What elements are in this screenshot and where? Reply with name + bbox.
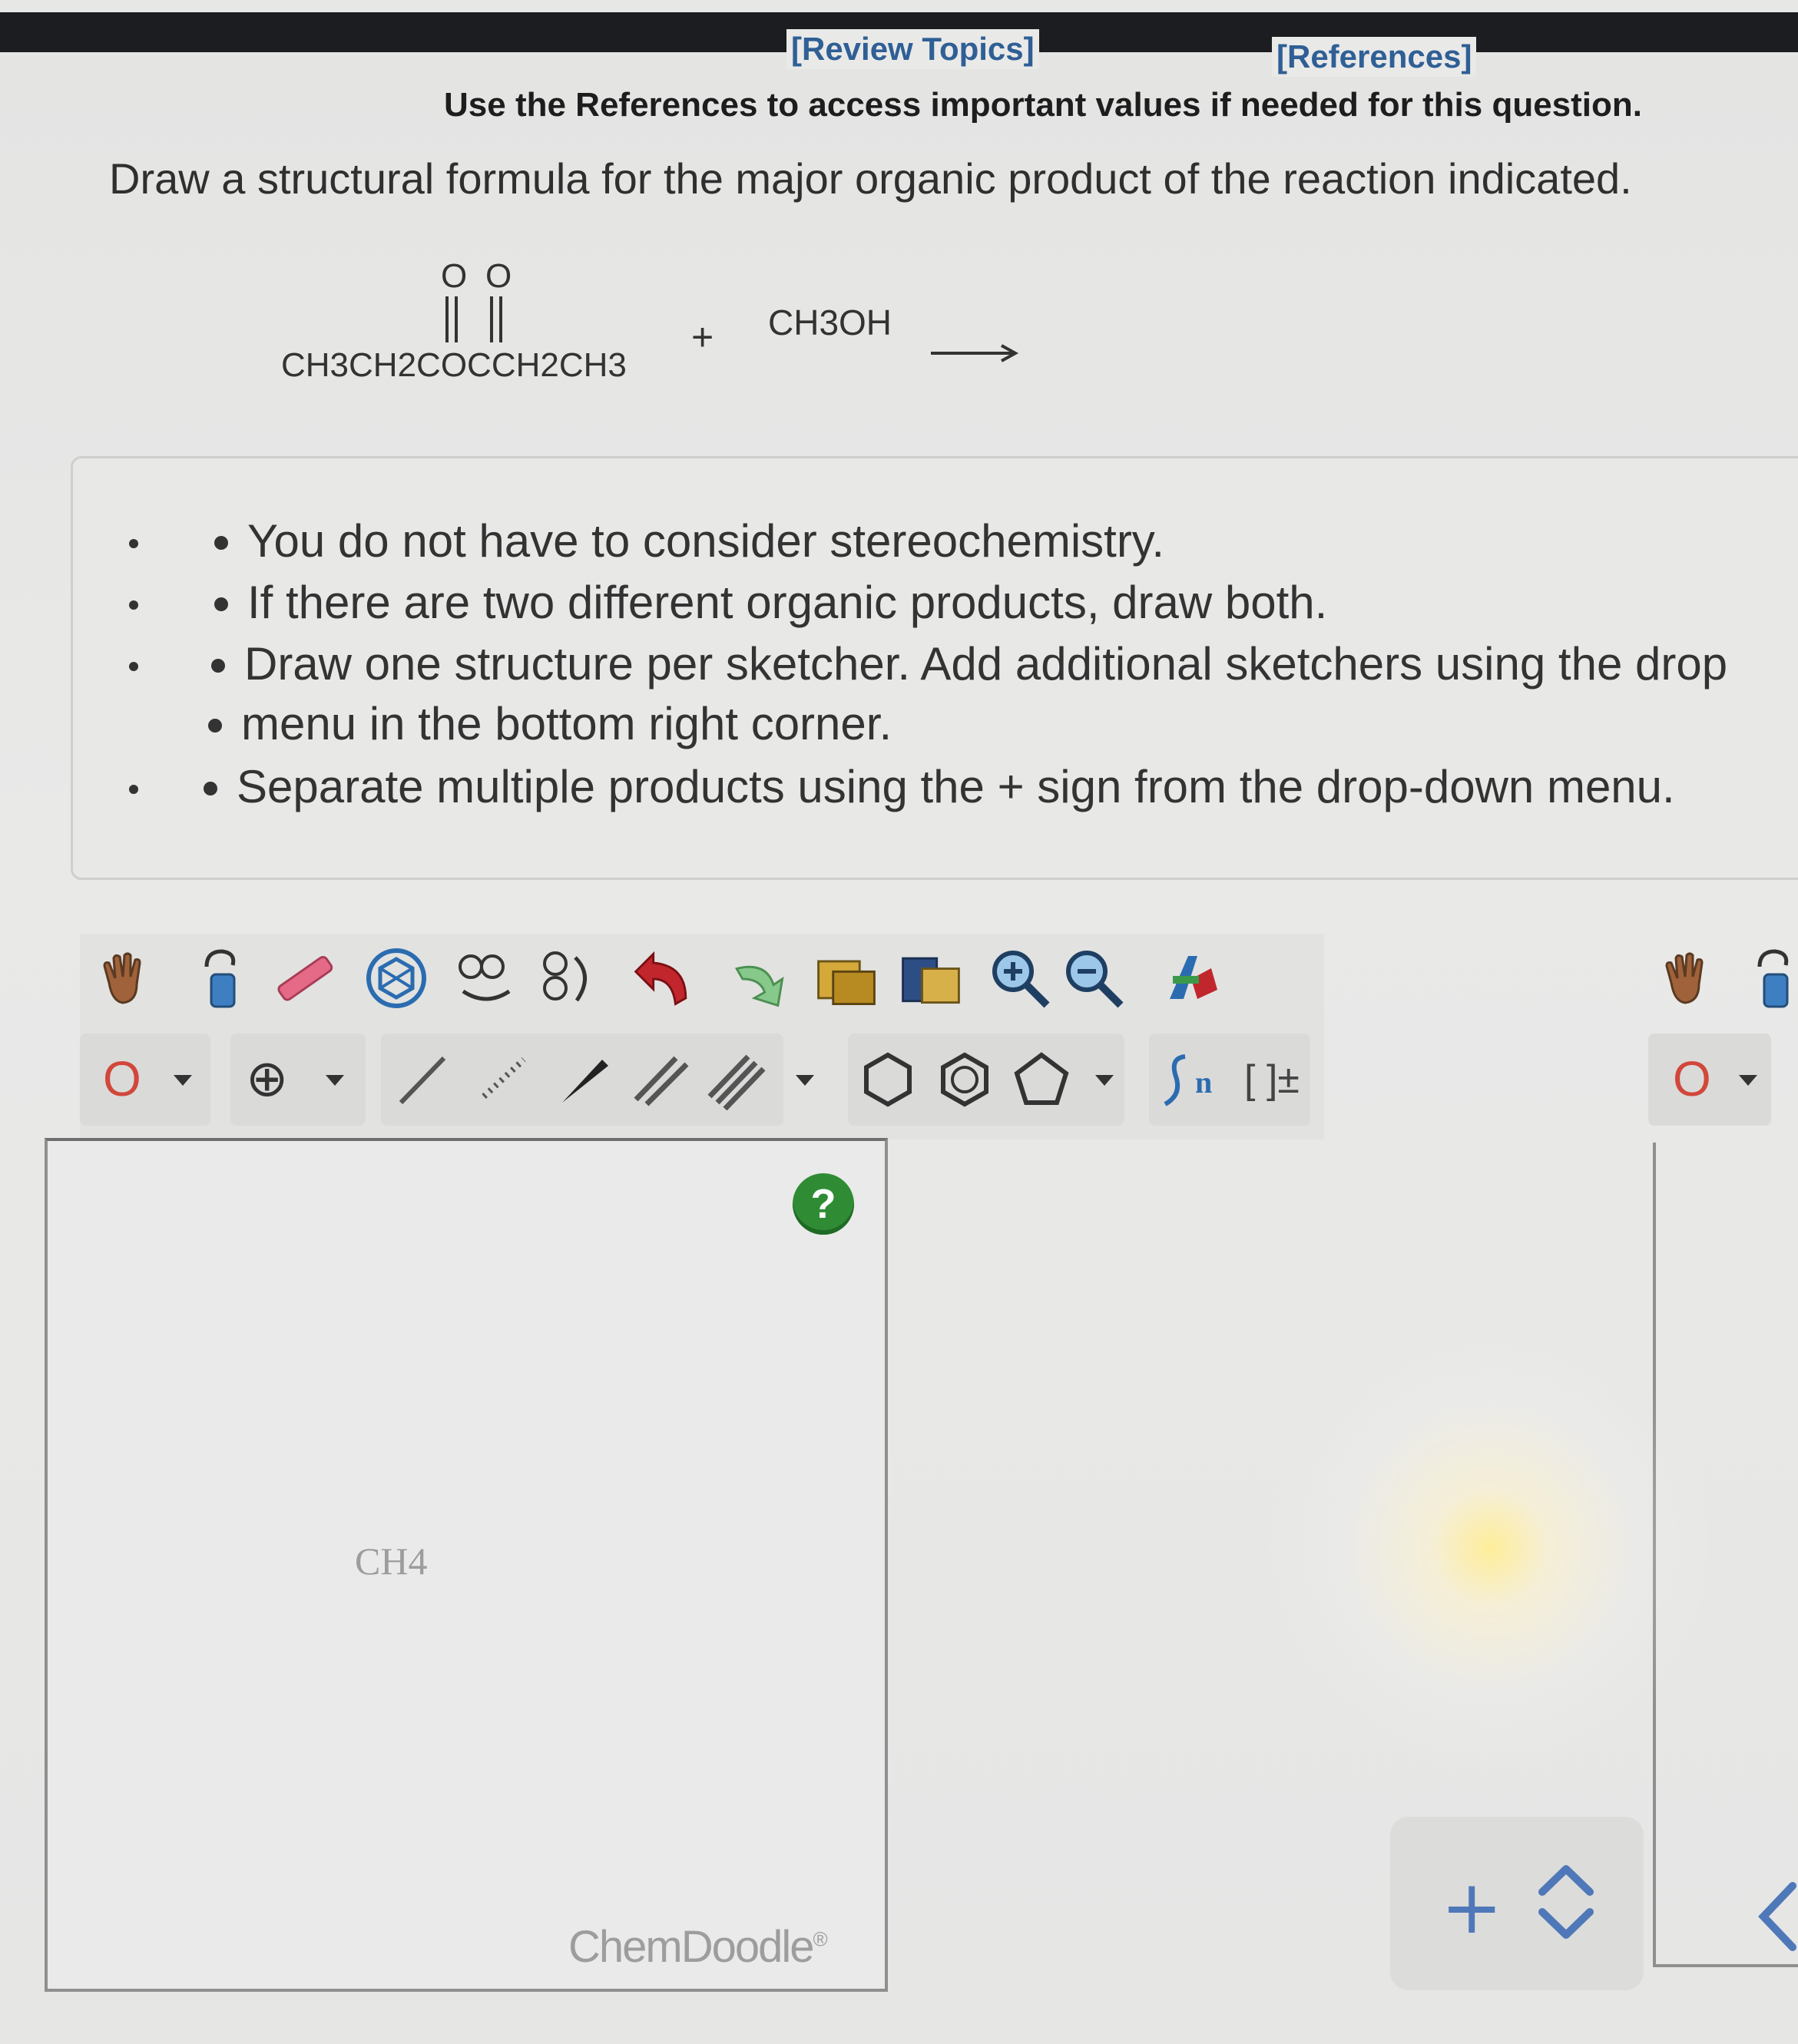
undo-button[interactable]	[630, 940, 700, 1017]
lasso-select-tool-2[interactable]	[1737, 940, 1798, 1017]
reaction-plus: +	[691, 316, 714, 359]
cyclopentane-tool[interactable]	[1006, 1041, 1077, 1118]
triple-bond-icon	[707, 1054, 766, 1110]
canvas-molecule-label[interactable]: CH4	[355, 1539, 427, 1583]
hashed-bond-icon	[482, 1057, 526, 1099]
template-ring-tool[interactable]	[361, 940, 432, 1017]
zoom-out-button[interactable]	[1058, 940, 1129, 1017]
pentagon-icon	[1014, 1052, 1069, 1105]
bullet	[129, 539, 138, 548]
clean-icon	[459, 954, 511, 1001]
zoom-in-icon	[992, 951, 1050, 1008]
question-text: Draw a structural formula for the major …	[109, 154, 1632, 203]
reorder-button[interactable]	[1531, 1860, 1601, 1944]
paste-icon	[902, 957, 960, 1004]
zoom-out-icon	[1066, 951, 1124, 1008]
chevron-up-down-icon	[1538, 1865, 1594, 1939]
hand-icon	[1665, 952, 1704, 1004]
wedge-bond-tool[interactable]	[548, 1041, 619, 1118]
sn-label: n	[1195, 1065, 1213, 1100]
repeat-unit-tool[interactable]: n	[1154, 1041, 1224, 1118]
eraser-icon	[277, 955, 333, 1001]
chevron-down-icon[interactable]	[796, 1075, 814, 1086]
benzene-tool[interactable]	[929, 1041, 1000, 1118]
sketcher-canvas-2[interactable]	[1653, 1143, 1798, 1967]
collapse-button[interactable]	[1754, 1880, 1798, 1953]
chevron-left-icon	[1758, 1882, 1796, 1951]
lasso-icon	[204, 949, 236, 1008]
add-sketcher-controls	[1390, 1817, 1644, 1990]
paste-button[interactable]	[896, 940, 966, 1017]
brand-mark: ®	[813, 1927, 828, 1951]
redo-icon	[734, 965, 784, 1007]
reference-note: Use the References to access important v…	[444, 86, 1643, 124]
instruction-item: menu in the bottom right corner.	[241, 697, 892, 750]
double-bond-tool[interactable]	[625, 1041, 696, 1118]
copy-icon	[817, 960, 876, 1005]
bracket-charge-tool[interactable]: [ ]±	[1233, 1041, 1310, 1118]
charge-icon: ⊕	[246, 1049, 289, 1108]
hand-icon	[103, 952, 141, 1004]
atom-label-icon	[1170, 956, 1217, 999]
benzene-ring-icon	[366, 948, 426, 1008]
carbonyl-oxygen-2: O	[485, 258, 512, 295]
chemdoodle-brand: ChemDoodle®	[568, 1921, 828, 1973]
instruction-item: You do not have to consider stereochemis…	[247, 514, 1164, 567]
pan-hand-tool-2[interactable]	[1651, 940, 1722, 1017]
wedge-bond-icon	[562, 1060, 608, 1103]
reaction-scheme: O O CH3CH2COCCH2CH3 + CH3OH	[276, 257, 1045, 412]
bracket-label: [ ]±	[1244, 1057, 1300, 1102]
lasso-select-tool[interactable]	[184, 940, 255, 1017]
chevron-down-icon	[326, 1075, 344, 1086]
bullet	[129, 785, 138, 794]
references-link[interactable]: [References]	[1272, 37, 1477, 77]
sketcher-canvas[interactable]	[45, 1138, 888, 1992]
instruction-item: Draw one structure per sketcher. Add add…	[244, 637, 1727, 690]
redo-button[interactable]	[722, 940, 793, 1017]
instruction-item: Separate multiple products using the + s…	[237, 760, 1675, 813]
lasso-icon	[1757, 949, 1789, 1008]
benzene-icon	[941, 1052, 988, 1107]
ring-chain-icon	[543, 951, 587, 1002]
single-bond-tool[interactable]	[386, 1041, 456, 1118]
chevron-down-icon	[1739, 1075, 1757, 1086]
single-bond-icon	[399, 1056, 446, 1105]
instruction-item: If there are two different organic produ…	[247, 576, 1327, 629]
chevron-down-icon	[174, 1075, 192, 1086]
atom-select-value-2: O	[1673, 1051, 1711, 1106]
reactant-anhydride: CH3CH2COCCH2CH3	[281, 346, 627, 384]
copy-button[interactable]	[811, 940, 882, 1017]
reactant-methanol: CH3OH	[768, 303, 892, 342]
undo-icon	[634, 951, 687, 1006]
carbonyl-oxygen-1: O	[441, 258, 467, 295]
brand-text: ChemDoodle	[568, 1922, 815, 1972]
add-sketcher-button[interactable]: +	[1441, 1870, 1502, 1944]
eraser-tool[interactable]	[269, 940, 339, 1017]
double-bond-icon	[634, 1056, 689, 1106]
atom-select-value: O	[103, 1051, 141, 1106]
ring-template-tool[interactable]	[531, 940, 602, 1017]
triple-bond-tool[interactable]	[700, 1041, 771, 1118]
atom-label-tool[interactable]	[1157, 940, 1227, 1017]
chevron-down-icon[interactable]	[1095, 1075, 1114, 1086]
zoom-in-button[interactable]	[985, 940, 1055, 1017]
clean-structure-tool[interactable]	[452, 940, 522, 1017]
review-topics-link[interactable]: [Review Topics]	[786, 29, 1039, 69]
sn-icon	[1164, 1054, 1186, 1106]
hexagon-icon	[864, 1052, 912, 1107]
bullet	[129, 662, 138, 671]
bullet	[129, 600, 138, 610]
pan-hand-tool[interactable]	[89, 940, 160, 1017]
cyclohexane-tool[interactable]	[853, 1041, 923, 1118]
help-button[interactable]: ?	[793, 1173, 854, 1235]
hashed-bond-tool[interactable]	[469, 1041, 539, 1118]
